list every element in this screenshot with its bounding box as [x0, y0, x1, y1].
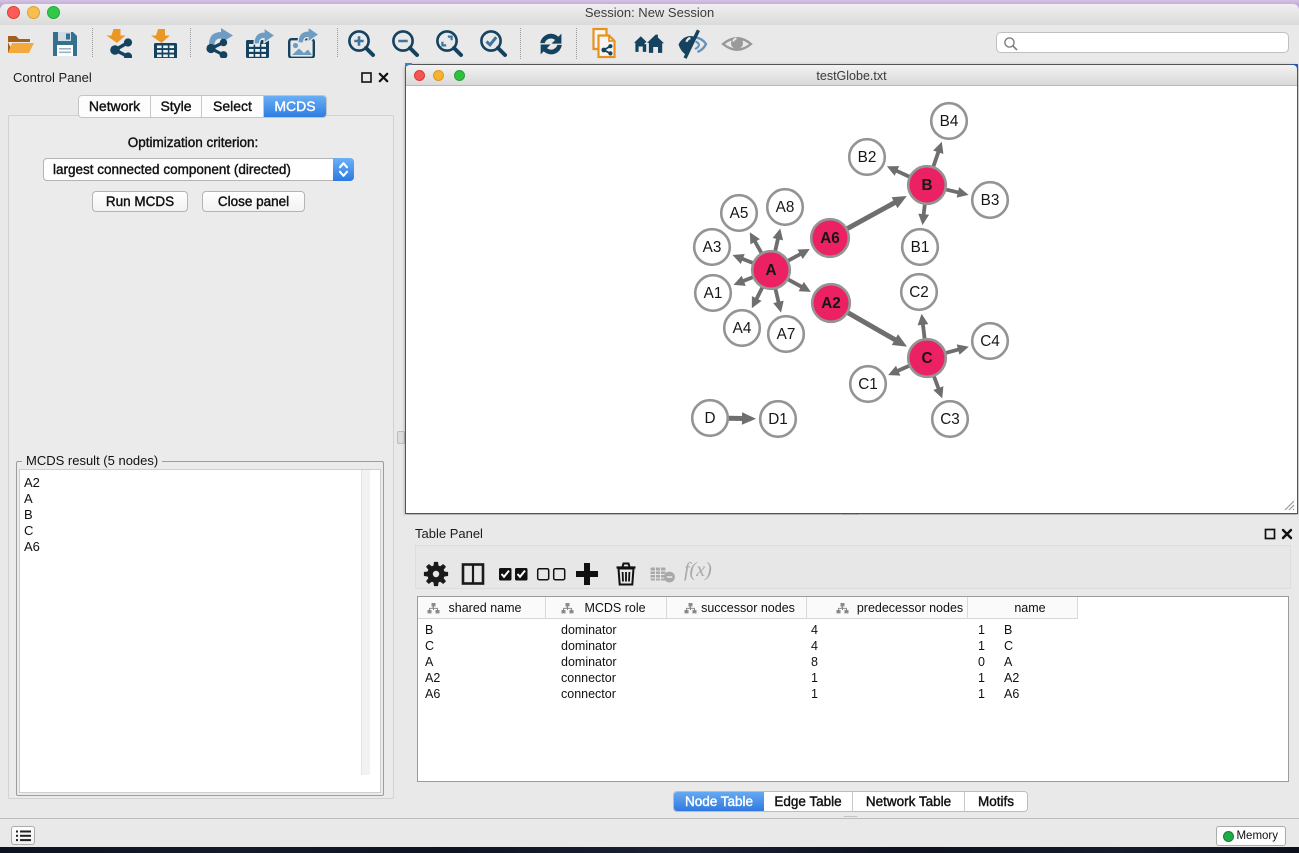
svg-text:B2: B2	[858, 149, 877, 166]
svg-text:C1: C1	[858, 376, 878, 393]
svg-text:C4: C4	[980, 333, 1000, 350]
svg-text:C: C	[921, 350, 932, 367]
svg-text:A7: A7	[777, 326, 796, 343]
svg-text:B3: B3	[981, 192, 1000, 209]
svg-text:A8: A8	[776, 199, 795, 216]
svg-text:A1: A1	[704, 285, 723, 302]
svg-text:A: A	[765, 262, 776, 279]
svg-text:B4: B4	[940, 113, 959, 130]
svg-text:A5: A5	[730, 205, 749, 222]
svg-text:D1: D1	[768, 411, 788, 428]
svg-text:C3: C3	[940, 411, 960, 428]
svg-text:A6: A6	[820, 230, 840, 247]
svg-text:A3: A3	[703, 239, 722, 256]
svg-text:B: B	[921, 177, 932, 194]
svg-text:A2: A2	[821, 295, 841, 312]
svg-text:A4: A4	[733, 320, 752, 337]
svg-text:D: D	[704, 410, 715, 427]
svg-text:C2: C2	[909, 284, 929, 301]
svg-text:B1: B1	[911, 239, 930, 256]
